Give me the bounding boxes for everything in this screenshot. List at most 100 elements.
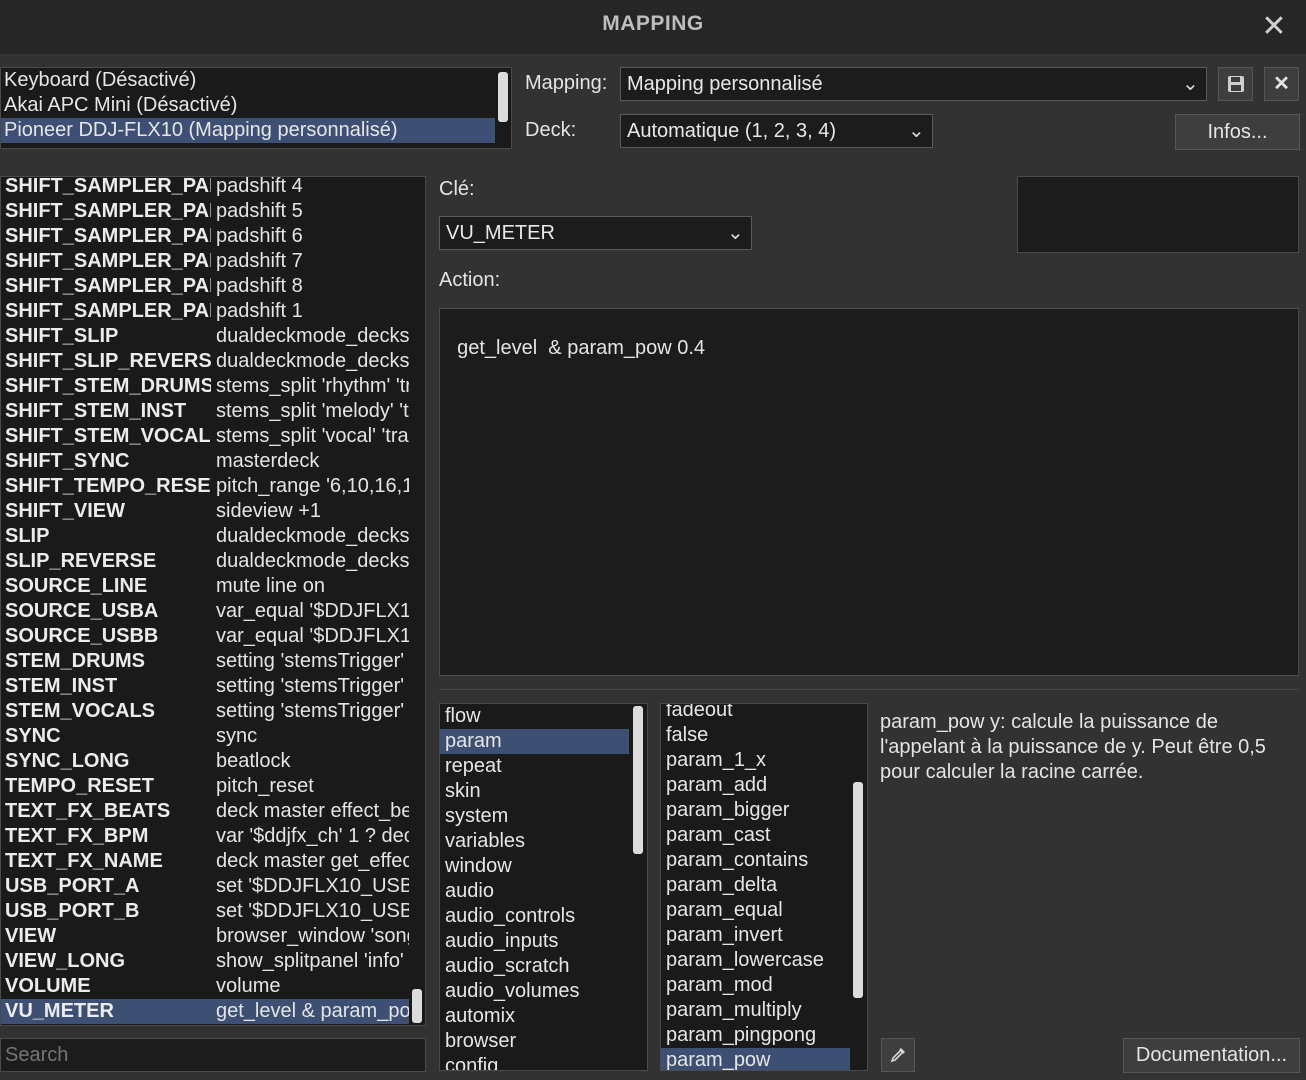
action-editor[interactable]: get_level & param_pow 0.4 <box>439 308 1299 676</box>
category-item[interactable]: repeat <box>440 754 629 779</box>
key-list[interactable]: SHIFT_SAMPLER_PAD4padshift 4SHIFT_SAMPLE… <box>0 174 426 1026</box>
key-row[interactable]: SHIFT_SAMPLER_PAD7padshift 7 <box>1 249 409 274</box>
key-row[interactable]: STEM_DRUMS setting 'stemsTrigger' <box>1 649 409 674</box>
delete-mapping-button[interactable]: ✕ <box>1264 67 1299 101</box>
device-item[interactable]: Akai APC Mini (Désactivé) <box>1 93 495 118</box>
verb-item[interactable]: param_pow <box>661 1048 850 1070</box>
verb-item[interactable]: param_multiply <box>661 998 850 1023</box>
category-item[interactable]: audio_scratch <box>440 954 629 979</box>
device-list[interactable]: Keyboard (Désactivé) Akai APC Mini (Désac… <box>0 67 512 149</box>
key-row[interactable]: SHIFT_SLIP_REVERSE dualdeckmode_decks <box>1 349 409 374</box>
key-select[interactable]: VU_METER ⌄ <box>439 216 752 250</box>
key-row[interactable]: SHIFT_SAMPLER_PAD5padshift 5 <box>1 199 409 224</box>
category-item[interactable]: browser <box>440 1029 629 1054</box>
category-item[interactable]: skin <box>440 779 629 804</box>
verb-item[interactable]: param_1_x <box>661 748 850 773</box>
deck-select[interactable]: Automatique (1, 2, 3, 4) ⌄ <box>620 114 933 148</box>
key-row[interactable]: TEXT_FX_BEATS deck master effect_beats <box>1 799 409 824</box>
deck-value: Automatique (1, 2, 3, 4) <box>627 120 837 142</box>
key-action: var_equal '$DDJFLX10' <box>216 625 409 647</box>
key-action: deck master get_effect <box>216 850 409 872</box>
category-item[interactable]: audio_inputs <box>440 929 629 954</box>
category-item[interactable]: audio_volumes <box>440 979 629 1004</box>
device-item-label: Keyboard (Désactivé) <box>4 69 197 91</box>
key-row[interactable]: SHIFT_STEM_INST stems_split 'melody' 'tra… <box>1 399 409 424</box>
key-row[interactable]: VIEW browser_window 'songs' <box>1 924 409 949</box>
device-item[interactable]: Keyboard (Désactivé) <box>1 68 495 93</box>
key-action: deck master effect_beats <box>216 800 409 822</box>
key-row[interactable]: TEMPO_RESET pitch_reset <box>1 774 409 799</box>
verb-item[interactable]: param_add <box>661 773 850 798</box>
verb-item[interactable]: param_invert <box>661 923 850 948</box>
verb-list-scrollbar[interactable] <box>853 782 863 998</box>
device-item[interactable]: Pioneer DDJ-FLX10 (Mapping personnalisé) <box>1 118 495 143</box>
category-item[interactable]: param <box>440 729 629 754</box>
category-item-label: browser <box>445 1030 517 1052</box>
key-row[interactable]: SYNC sync <box>1 724 409 749</box>
key-row[interactable]: SHIFT_STEM_DRUMS stems_split 'rhythm' 'tr… <box>1 374 409 399</box>
category-item[interactable]: automix <box>440 1004 629 1029</box>
key-row[interactable]: SHIFT_SAMPLER_PAD8padshift 8 <box>1 274 409 299</box>
infos-button[interactable]: Infos... <box>1175 114 1300 150</box>
close-icon[interactable]: ✕ <box>1258 10 1290 44</box>
device-list-scrollbar[interactable] <box>498 72 508 122</box>
key-row[interactable]: TEXT_FX_BPM var '$ddjfx_ch' 1 ? deck <box>1 824 409 849</box>
mapping-label: Mapping: <box>525 72 608 94</box>
verb-item[interactable]: param_contains <box>661 848 850 873</box>
key-row[interactable]: STEM_VOCALS setting 'stemsTrigger' <box>1 699 409 724</box>
deck-label: Deck: <box>525 119 577 141</box>
category-item[interactable]: flow <box>440 704 629 729</box>
key-row[interactable]: SHIFT_SAMPLER_PAD1padshift 1 <box>1 299 409 324</box>
key-list-scrollbar[interactable] <box>412 989 422 1023</box>
category-item[interactable]: audio_controls <box>440 904 629 929</box>
save-mapping-button[interactable] <box>1218 67 1253 101</box>
verb-item[interactable]: param_bigger <box>661 798 850 823</box>
key-row[interactable]: USB_PORT_B set '$DDJFLX10_USB' <box>1 899 409 924</box>
category-item[interactable]: variables <box>440 829 629 854</box>
key-row[interactable]: VU_METER get_level & param_pow 0.4 <box>1 999 409 1024</box>
key-row[interactable]: SHIFT_SLIP dualdeckmode_decks <box>1 324 409 349</box>
category-item[interactable]: audio <box>440 879 629 904</box>
verb-item[interactable]: param_mod <box>661 973 850 998</box>
key-row[interactable]: SOURCE_USBA var_equal '$DDJFLX10' <box>1 599 409 624</box>
key-row[interactable]: SLIP_REVERSE dualdeckmode_decks <box>1 549 409 574</box>
category-item[interactable]: system <box>440 804 629 829</box>
key-row[interactable]: SHIFT_TEMPO_RESETpitch_range '6,10,16,10… <box>1 474 409 499</box>
key-row[interactable]: TEXT_FX_NAME deck master get_effect <box>1 849 409 874</box>
verb-item[interactable]: param_cast <box>661 823 850 848</box>
verb-item[interactable]: param_pingpong <box>661 1023 850 1048</box>
key-action: stems_split 'melody' 'track' <box>216 400 409 422</box>
picker-button[interactable] <box>881 1038 915 1072</box>
key-row[interactable]: SOURCE_USBB var_equal '$DDJFLX10' <box>1 624 409 649</box>
verb-item[interactable]: false <box>661 723 850 748</box>
verb-item[interactable]: param_lowercase <box>661 948 850 973</box>
verb-item[interactable]: param_delta <box>661 873 850 898</box>
key-name: VOLUME <box>5 975 91 997</box>
mapping-select[interactable]: Mapping personnalisé ⌄ <box>620 67 1207 101</box>
key-row[interactable]: SOURCE_LINE mute line on <box>1 574 409 599</box>
key-action: show_splitpanel 'info' <box>216 950 404 972</box>
key-name: SYNC <box>5 725 61 747</box>
category-list[interactable]: flow param repeat skin system variables window… <box>439 703 648 1071</box>
key-row[interactable]: SHIFT_SAMPLER_PAD6padshift 6 <box>1 224 409 249</box>
key-action: sync <box>216 725 258 747</box>
key-row[interactable]: SLIP dualdeckmode_decks <box>1 524 409 549</box>
preview-box <box>1017 176 1299 253</box>
category-list-scrollbar[interactable] <box>633 706 643 854</box>
verb-list[interactable]: fadeout false param_1_x param_add param_bigg… <box>660 703 868 1071</box>
verb-item[interactable]: param_equal <box>661 898 850 923</box>
key-row[interactable]: VOLUME volume <box>1 974 409 999</box>
key-row[interactable]: SYNC_LONG beatlock <box>1 749 409 774</box>
verb-item[interactable]: fadeout <box>661 704 850 723</box>
key-row[interactable]: SHIFT_VIEW sideview +1 <box>1 499 409 524</box>
search-input[interactable] <box>0 1038 426 1072</box>
key-row[interactable]: SHIFT_SAMPLER_PAD4padshift 4 <box>1 174 409 199</box>
category-item[interactable]: window <box>440 854 629 879</box>
key-row[interactable]: STEM_INST setting 'stemsTrigger' <box>1 674 409 699</box>
category-item[interactable]: config <box>440 1054 629 1070</box>
key-row[interactable]: SHIFT_SYNC masterdeck <box>1 449 409 474</box>
documentation-button[interactable]: Documentation... <box>1123 1038 1300 1073</box>
key-row[interactable]: USB_PORT_A set '$DDJFLX10_USB' <box>1 874 409 899</box>
key-row[interactable]: SHIFT_STEM_VOCAL stems_split 'vocal' 'tra… <box>1 424 409 449</box>
key-row[interactable]: VIEW_LONG show_splitpanel 'info' <box>1 949 409 974</box>
